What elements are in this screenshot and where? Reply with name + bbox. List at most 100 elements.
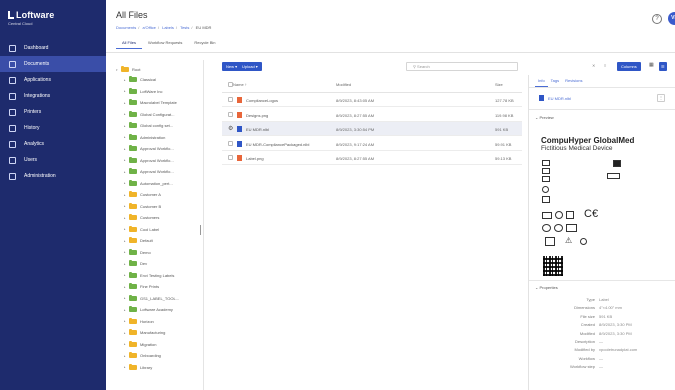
tree-node[interactable]: ▸ Library [124,363,152,372]
close-icon[interactable]: ✕ [592,63,595,68]
nav-item-administration[interactable]: Administration [0,168,106,184]
file-name[interactable]: EU MDR-CompliancePackaged.nlbl [246,142,309,147]
grid-view-icon[interactable]: ▦ [649,62,654,68]
tree-node-label: Macrolabel Template [140,100,177,105]
nav-item-users[interactable]: Users [0,152,106,168]
documents-icon [9,60,16,68]
nav-item-documents[interactable]: Documents [0,56,106,72]
tab-recycle-bin[interactable]: Recycle Bin [188,38,221,49]
tree-node[interactable]: ▸ Automation_pert... [124,179,173,188]
help-icon[interactable]: ? [652,14,662,24]
property-value: 8/9/2023, 3:30 PM [599,322,632,328]
nav-item-applications[interactable]: Applications [0,72,106,88]
tree-node[interactable]: ▸ Customer A [124,190,161,199]
md-symbol-icon [566,224,577,232]
upload-button[interactable]: Upload ▾ [238,62,262,71]
avatar[interactable]: VP [668,12,675,25]
file-name[interactable]: ComplianceLogos [246,98,278,103]
tree-node[interactable]: ▸ Classical [124,75,156,84]
tree-node[interactable]: ▸ Approval Workflo... [124,156,174,165]
brand[interactable]: Loftware Central Cloud [8,10,54,26]
column-header-size[interactable]: Size [495,82,503,87]
file-name[interactable]: EU MDR.nlbl [246,127,269,132]
tree-node[interactable]: ▸ Cool Label [124,225,159,234]
tree-node[interactable]: ▸ Dev [124,259,147,268]
folder-icon [129,133,137,140]
tab-tags[interactable]: Tags [548,77,562,87]
column-header-modified[interactable]: Modified [336,82,351,87]
nav-item-dashboard[interactable]: Dashboard [0,40,106,56]
column-header-name[interactable]: Name ↑ [233,82,247,87]
breadcrumb-item[interactable]: Labels [162,25,174,30]
filter-icon[interactable]: ≡ [604,63,606,68]
tree-node[interactable]: ▸ Demo [124,248,151,257]
tree-node[interactable]: ▸ Administration [124,133,165,142]
tree-node-label: Dev [140,261,148,266]
selected-file-name[interactable]: EU MDR.nlbl [548,96,571,101]
tree-node[interactable]: ▸ GS1_LABEL_TOOL... [124,294,179,303]
file-name[interactable]: Label.png [246,156,264,161]
tree-node-label: Horizon [140,318,154,324]
row-checkbox[interactable] [228,97,233,102]
file-modified: 8/9/2023, 8:43:05 AM [336,98,375,103]
table-row[interactable]: Designs.png 8/9/2023, 8:27:55 AM 119.98 KB [222,108,522,122]
tree-node[interactable]: ▸ Customers [124,213,159,222]
table-row[interactable]: Label.png 8/9/2023, 8:27:55 AM 59.13 KB [222,151,522,165]
tree-node[interactable]: ▸ Default [124,236,153,245]
nav-item-printers[interactable]: Printers [0,104,106,120]
tree-node[interactable]: ▸ Macrolabel Template [124,98,177,107]
table-row[interactable]: ⚙ EU MDR.nlbl 8/9/2023, 3:30:54 PM 591 KB [222,122,522,136]
property-label: File size [580,313,595,319]
tree-node[interactable]: ▸ Loftware Academy [124,305,173,314]
breadcrumb: Documents / a'Office / Labels / Tests / EU M… [116,25,212,30]
tree-node-label: Cool Label [140,226,160,232]
folder-icon [129,317,137,324]
tree-node-root[interactable]: ▾ Root [116,65,140,74]
folder-icon [129,260,137,266]
properties-heading[interactable]: ⌄ Properties [535,285,558,290]
nav-item-history[interactable]: History [0,120,106,136]
tree-node[interactable]: ▸ Migration [124,340,156,349]
row-checkbox[interactable] [228,140,233,146]
nav-item-analytics[interactable]: Analytics [0,136,106,152]
property-label: Type [586,297,595,302]
tree-node[interactable]: ▸ Global config set... [124,121,173,130]
preview-heading[interactable]: ⌄ Preview [535,115,554,120]
dashboard-icon [9,44,16,52]
tree-node[interactable]: ▸ Envi Testing Labels [124,271,174,280]
search-input[interactable]: ⚲ Search [406,62,518,71]
tree-node[interactable]: ▸ Horizon [124,317,154,326]
tree-scrollbar[interactable] [200,225,201,235]
tree-node[interactable]: ▸ Onboarding [124,351,161,360]
file-actions-button[interactable]: ⋮ [657,94,665,102]
tree-node[interactable]: ▸ Fine Prints [124,282,159,291]
tab-workflow-requests[interactable]: Workflow Requests [142,38,188,49]
label-company: CompuHyper GlobalMed [541,136,635,145]
tree-node[interactable]: ▸ Approval Workflo... [124,167,174,176]
tab-all-files[interactable]: All Files [116,38,143,49]
tree-node[interactable]: ▸ Approval Workflo... [124,144,174,153]
list-view-button[interactable]: ☰ [659,62,667,71]
tab-info[interactable]: Info [535,77,548,87]
nav-item-integrations[interactable]: Integrations [0,88,106,104]
caution-icon: ⚠ [565,236,573,245]
row-checkbox[interactable] [228,155,233,160]
folder-icon [129,225,137,232]
breadcrumb-item[interactable]: Documents [116,25,136,30]
expiry-symbol-icon [542,186,549,193]
columns-button[interactable]: Columns [617,62,641,71]
table-row[interactable]: ComplianceLogos 8/9/2023, 8:43:05 AM 127.7… [222,93,522,107]
tab-revisions[interactable]: Revisions [562,77,585,87]
gear-icon[interactable]: ⚙ [228,125,233,132]
breadcrumb-item[interactable]: Tests [180,25,189,30]
tree-node-label: GS1_LABEL_TOOL... [140,295,180,301]
table-row[interactable]: EU MDR-CompliancePackaged.nlbl 8/9/2023, … [222,137,522,151]
row-checkbox[interactable] [228,111,233,117]
tree-node[interactable]: ▸ Manufacturing [124,328,165,337]
tree-node[interactable]: ▸ Customer B [124,202,161,211]
tree-node[interactable]: ▸ Global Configurat... [124,110,174,119]
sterile-icon [566,211,574,219]
tree-node[interactable]: ▸ LoftWare Inc [124,87,163,96]
file-name[interactable]: Designs.png [246,113,268,118]
breadcrumb-item[interactable]: a'Office [142,25,155,30]
